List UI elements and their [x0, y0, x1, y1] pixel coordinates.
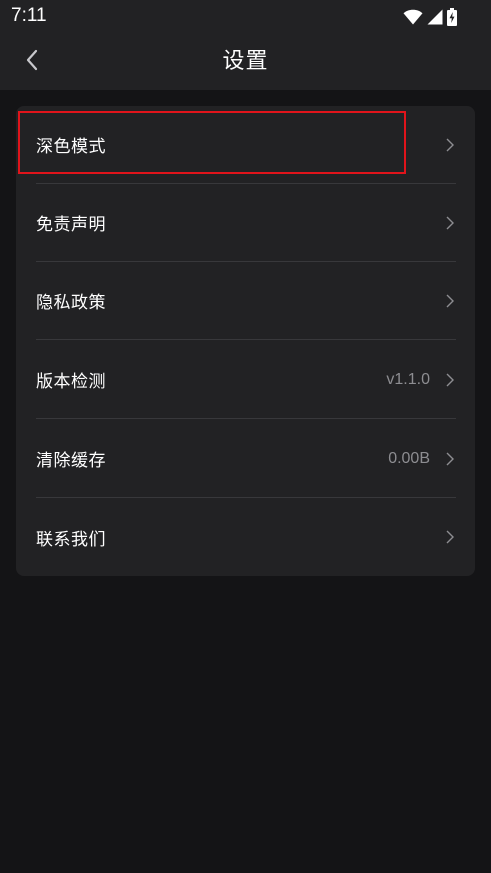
settings-item-disclaimer[interactable]: 免责声明: [36, 184, 456, 262]
settings-item-privacy-policy[interactable]: 隐私政策: [36, 262, 456, 340]
status-icons: [403, 7, 457, 27]
cellular-signal-icon: [427, 9, 443, 25]
settings-item-label: 深色模式: [36, 137, 106, 157]
settings-item-contact-us[interactable]: 联系我们: [36, 498, 456, 576]
settings-item-clear-cache[interactable]: 清除缓存 0.00B: [36, 420, 456, 498]
chevron-right-icon: [444, 451, 456, 467]
settings-item-label: 隐私政策: [36, 293, 106, 313]
version-value: v1.1.0: [386, 370, 430, 388]
settings-item-label: 免责声明: [36, 215, 106, 235]
chevron-right-icon: [444, 372, 456, 388]
chevron-right-icon: [444, 293, 456, 309]
app-bar: 设置: [0, 34, 491, 90]
wifi-icon: [403, 9, 423, 25]
settings-screen: 7:11 设置 深色模式 免责声明 隐私政策 版本检测 v1.1.0 清除缓存 …: [0, 0, 491, 873]
chevron-right-icon: [444, 137, 456, 153]
settings-item-label: 版本检测: [36, 372, 106, 392]
settings-item-version-check[interactable]: 版本检测 v1.1.0: [36, 341, 456, 419]
status-bar: 7:11: [0, 0, 491, 34]
page-title: 设置: [222, 49, 269, 74]
settings-list: 深色模式 免责声明 隐私政策 版本检测 v1.1.0 清除缓存 0.00B 联系…: [16, 106, 475, 576]
settings-item-label: 清除缓存: [36, 451, 106, 471]
chevron-right-icon: [444, 215, 456, 231]
chevron-right-icon: [444, 529, 456, 545]
cache-size-value: 0.00B: [388, 449, 430, 467]
battery-charging-icon: [447, 8, 457, 26]
status-time: 7:11: [11, 5, 47, 26]
settings-item-label: 联系我们: [36, 529, 106, 550]
settings-item-dark-mode[interactable]: 深色模式: [36, 106, 456, 184]
